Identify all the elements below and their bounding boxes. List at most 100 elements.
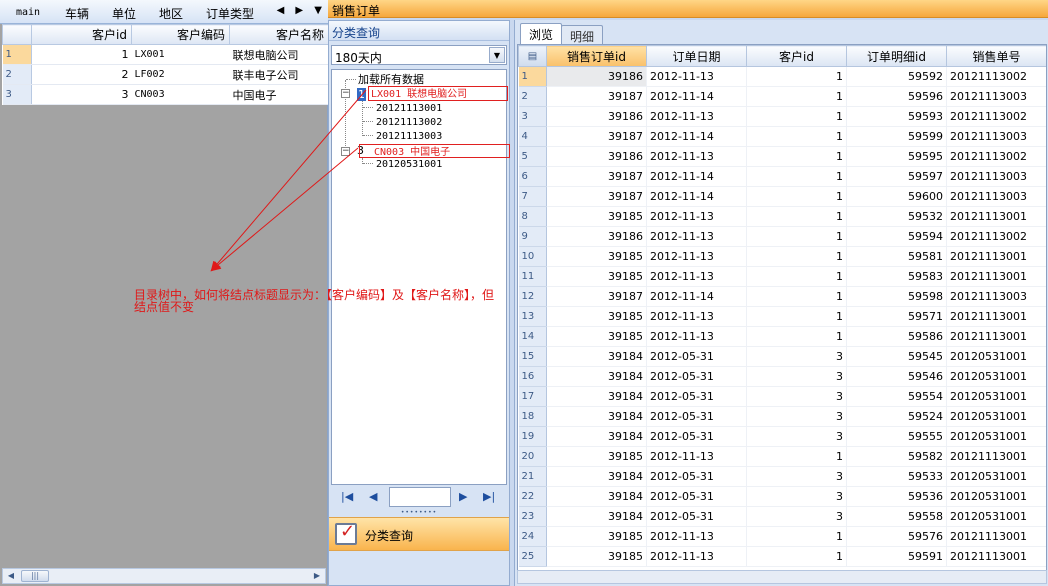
cell-order-id[interactable]: 39186 [546,226,647,247]
horizontal-scrollbar[interactable]: ◀ ||| ▶ [2,568,326,584]
cell-customer-id[interactable]: 1 [746,206,847,227]
tab-regions[interactable]: 地区 [159,5,183,22]
cell-order-id[interactable]: 39185 [546,326,647,347]
cell-sales-no[interactable]: 20121113001 [946,266,1046,287]
cell-customer-id[interactable]: 1 [746,546,847,567]
cell-customer-id[interactable]: 3 [746,486,847,507]
cell-sales-no[interactable]: 20120531001 [946,346,1046,367]
col-header-customer-id[interactable]: 客户id [746,45,847,67]
cell-order-detail-id[interactable]: 59596 [846,86,947,107]
table-row[interactable]: 11 39185 2012-11-13 1 59583 20121113001 [518,266,1046,287]
cell-order-id[interactable]: 39184 [546,386,647,407]
cell-order-id[interactable]: 39185 [546,266,647,287]
tab-main[interactable]: main [16,7,40,18]
cell-customer-id[interactable]: 1 [746,446,847,467]
col-header-customer-id[interactable]: 客户id [31,24,132,45]
cell-order-date[interactable]: 2012-11-13 [646,246,747,267]
table-row[interactable]: 17 39184 2012-05-31 3 59554 20120531001 [518,386,1046,407]
cell-customer-id[interactable]: 3 [746,426,847,447]
cell-customer-name[interactable]: 中国电子 [229,84,329,105]
cell-order-detail-id[interactable]: 59546 [846,366,947,387]
cell-order-date[interactable]: 2012-11-13 [646,106,747,127]
cell-order-detail-id[interactable]: 59524 [846,406,947,427]
table-row[interactable]: 6 39187 2012-11-14 1 59597 20121113003 [518,166,1046,187]
chevron-down-icon[interactable]: ▼ [489,47,505,63]
tree-node-key-1[interactable]: 1 [357,88,366,101]
cell-sales-no[interactable]: 20120531001 [946,506,1046,527]
cell-order-id[interactable]: 39187 [546,286,647,307]
table-row[interactable]: 7 39187 2012-11-14 1 59600 20121113003 [518,186,1046,207]
col-header-order-date[interactable]: 订单日期 [646,45,747,67]
cell-customer-id[interactable]: 1 [31,44,132,65]
table-row[interactable]: 21 39184 2012-05-31 3 59533 20120531001 [518,466,1046,487]
cell-sales-no[interactable]: 20121113001 [946,546,1046,567]
cell-order-detail-id[interactable]: 59593 [846,106,947,127]
cell-order-detail-id[interactable]: 59594 [846,226,947,247]
cell-customer-id[interactable]: 1 [746,186,847,207]
cell-sales-no[interactable]: 20121113002 [946,106,1046,127]
col-header-sales-no[interactable]: 销售单号 [946,45,1046,67]
cell-customer-id[interactable]: 1 [746,286,847,307]
cell-sales-no[interactable]: 20120531001 [946,366,1046,387]
cell-order-date[interactable]: 2012-05-31 [646,486,747,507]
category-tree[interactable]: 加载所有数据 − 1 LX001 联想电脑公司 20121113001 2012… [331,69,510,485]
cell-sales-no[interactable]: 20120531001 [946,426,1046,447]
cell-order-detail-id[interactable]: 59532 [846,206,947,227]
table-row[interactable]: 2 2 LF002 联丰电子公司 [2,64,329,85]
cell-order-detail-id[interactable]: 59598 [846,286,947,307]
cell-order-detail-id[interactable]: 59576 [846,526,947,547]
cell-order-detail-id[interactable]: 59558 [846,506,947,527]
cell-order-date[interactable]: 2012-11-13 [646,526,747,547]
table-row[interactable]: 9 39186 2012-11-13 1 59594 20121113002 [518,226,1046,247]
cell-order-detail-id[interactable]: 59582 [846,446,947,467]
cell-customer-id[interactable]: 1 [746,66,847,87]
table-row[interactable]: 2 39187 2012-11-14 1 59596 20121113003 [518,86,1046,107]
cell-sales-no[interactable]: 20121113003 [946,286,1046,307]
cell-customer-id[interactable]: 1 [746,306,847,327]
cell-order-id[interactable]: 39185 [546,206,647,227]
cell-customer-code[interactable]: LX001 [131,44,230,65]
cell-order-id[interactable]: 39187 [546,126,647,147]
cell-customer-id[interactable]: 1 [746,326,847,347]
tree-leaf-node[interactable]: 20120531001 [376,158,442,171]
cell-customer-id[interactable]: 3 [746,466,847,487]
cell-order-date[interactable]: 2012-05-31 [646,506,747,527]
cell-order-id[interactable]: 39187 [546,186,647,207]
cell-order-id[interactable]: 39185 [546,446,647,467]
table-row[interactable]: 23 39184 2012-05-31 3 59558 20120531001 [518,506,1046,527]
cell-order-date[interactable]: 2012-05-31 [646,466,747,487]
cell-order-detail-id[interactable]: 59536 [846,486,947,507]
first-page-icon[interactable]: |◀ [341,490,353,503]
table-row[interactable]: 3 39186 2012-11-13 1 59593 20121113002 [518,106,1046,127]
cell-customer-name[interactable]: 联想电脑公司 [229,44,329,65]
cell-order-detail-id[interactable]: 59545 [846,346,947,367]
cell-customer-code[interactable]: LF002 [131,64,230,85]
cell-order-id[interactable]: 39184 [546,366,647,387]
cell-customer-id[interactable]: 1 [746,146,847,167]
cell-customer-id[interactable]: 3 [31,84,132,105]
table-row[interactable]: 14 39185 2012-11-13 1 59586 20121113001 [518,326,1046,347]
cell-order-date[interactable]: 2012-11-14 [646,166,747,187]
cell-order-id[interactable]: 39187 [546,166,647,187]
tab-order-types[interactable]: 订单类型 [206,5,254,22]
cell-customer-id[interactable]: 3 [746,406,847,427]
cell-order-id[interactable]: 39187 [546,86,647,107]
cell-order-id[interactable]: 39185 [546,526,647,547]
cell-sales-no[interactable]: 20120531001 [946,466,1046,487]
tree-root-node[interactable]: 加载所有数据 [358,73,424,86]
cell-customer-id[interactable]: 2 [31,64,132,85]
tab-vehicles[interactable]: 车辆 [65,5,89,22]
cell-order-date[interactable]: 2012-05-31 [646,346,747,367]
cell-sales-no[interactable]: 20121113002 [946,66,1046,87]
table-row[interactable]: 25 39185 2012-11-13 1 59591 20121113001 [518,546,1046,567]
cell-order-detail-id[interactable]: 59533 [846,466,947,487]
last-page-icon[interactable]: ▶| [483,490,495,503]
cell-sales-no[interactable]: 20121113001 [946,246,1046,267]
cell-sales-no[interactable]: 20121113003 [946,166,1046,187]
next-page-icon[interactable]: ▶ [459,490,467,503]
cell-customer-id[interactable]: 1 [746,246,847,267]
col-header-customer-name[interactable]: 客户名称 [229,24,329,45]
cell-order-detail-id[interactable]: 59581 [846,246,947,267]
table-row[interactable]: 18 39184 2012-05-31 3 59524 20120531001 [518,406,1046,427]
cell-order-id[interactable]: 39186 [546,106,647,127]
